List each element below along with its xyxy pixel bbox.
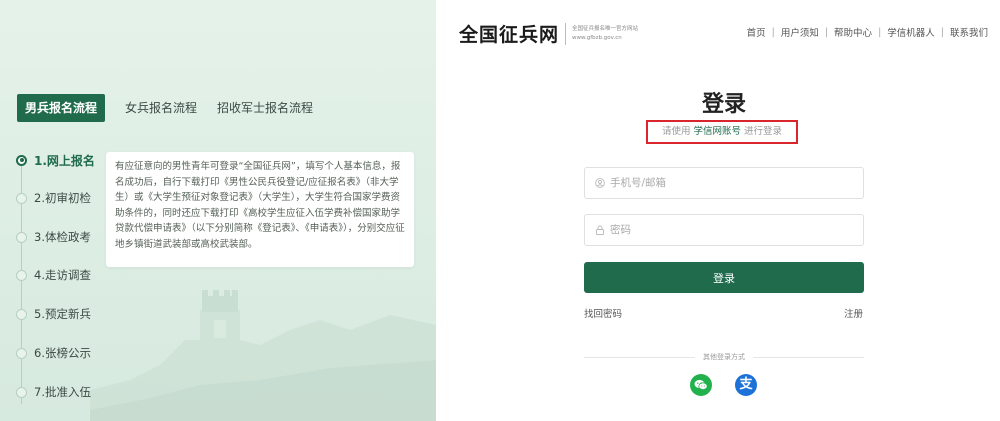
step-description: 有应征意向的男性青年可登录“全国征兵网”，填写个人基本信息，报名成功后，自行下载… <box>106 152 414 267</box>
login-button[interactable]: 登录 <box>584 262 864 293</box>
step-label: 4.走访调查 <box>34 268 91 282</box>
nav-divider: | <box>771 26 775 38</box>
alipay-login-button[interactable]: 支 <box>735 374 757 396</box>
register-link[interactable]: 注册 <box>844 306 863 320</box>
step-preselect-recruits[interactable]: 5.预定新兵 <box>14 305 91 323</box>
great-wall-illustration <box>90 290 436 421</box>
tab-male-process[interactable]: 男兵报名流程 <box>17 94 106 122</box>
step-dot-icon <box>16 154 27 166</box>
step-label: 7.批准入伍 <box>34 385 91 399</box>
step-label: 2.初审初检 <box>34 191 91 205</box>
phone-email-field[interactable] <box>584 167 864 199</box>
step-physical-political-exam[interactable]: 3.体检政考 <box>14 228 91 246</box>
step-dot-icon <box>16 347 27 359</box>
nav-help-center[interactable]: 帮助中心 <box>834 25 872 39</box>
password-field[interactable] <box>584 214 864 246</box>
step-dot-icon <box>16 269 27 281</box>
hint-prefix: 请使用 <box>661 126 691 137</box>
nav-divider: | <box>940 26 944 38</box>
nav-home[interactable]: 首页 <box>747 25 766 39</box>
tab-female-process[interactable]: 女兵报名流程 <box>125 94 197 122</box>
step-dot-icon <box>16 231 27 243</box>
other-login-label: 其他登录方式 <box>703 353 745 361</box>
step-preliminary-check[interactable]: 2.初审初检 <box>14 189 91 207</box>
step-public-notice[interactable]: 6.张榜公示 <box>14 344 91 362</box>
nav-divider: | <box>878 26 882 38</box>
logo-title: 全国征兵网 <box>459 24 560 46</box>
alipay-icon: 支 <box>739 377 753 392</box>
logo-subtitle: 全国征兵报名唯一官方网站 www.gfbzb.gov.cn <box>572 25 638 43</box>
tab-nco-process[interactable]: 招收军士报名流程 <box>217 94 313 122</box>
other-login-divider: 其他登录方式 <box>584 351 864 363</box>
divider-line <box>753 356 864 358</box>
nav-user-notice[interactable]: 用户须知 <box>781 25 819 39</box>
forgot-password-link[interactable]: 找回密码 <box>584 306 622 320</box>
step-dot-icon <box>16 386 27 398</box>
password-input[interactable] <box>610 224 840 236</box>
wechat-icon <box>694 380 708 390</box>
divider-line <box>584 356 695 358</box>
nav-contact-us[interactable]: 联系我们 <box>950 25 988 39</box>
step-label: 5.预定新兵 <box>34 307 91 321</box>
step-dot-icon <box>16 308 27 320</box>
logo-divider <box>565 22 567 45</box>
step-label: 6.张榜公示 <box>34 346 91 360</box>
step-online-registration[interactable]: 1.网上报名 <box>14 151 95 169</box>
process-tabs: 男兵报名流程 女兵报名流程 招收军士报名流程 <box>17 94 333 122</box>
login-page: 男兵报名流程 女兵报名流程 招收军士报名流程 1.网上报名 2.初审初检 3.体… <box>0 0 1000 421</box>
step-dot-icon <box>16 192 27 204</box>
top-navigation: 首页 | 用户须知 | 帮助中心 | 学信机器人 | 联系我们 <box>747 25 988 40</box>
logo-subtitle-line2: www.gfbzb.gov.cn <box>572 34 622 41</box>
hint-suffix: 进行登录 <box>744 126 783 137</box>
login-title: 登录 <box>701 92 746 117</box>
nav-divider: | <box>824 26 829 38</box>
step-home-visit[interactable]: 4.走访调查 <box>14 266 91 284</box>
process-steps: 1.网上报名 2.初审初检 3.体检政考 4.走访调查 5.预定新兵 6.张榜公… <box>14 148 114 408</box>
phone-email-input[interactable] <box>610 177 840 189</box>
step-label: 1.网上报名 <box>34 153 95 168</box>
step-approve-enlistment[interactable]: 7.批准入伍 <box>14 383 91 401</box>
site-logo[interactable]: 全国征兵网 全国征兵报名唯一官方网站 www.gfbzb.gov.cn <box>459 20 638 47</box>
login-hint: 请使用 学信网账号 进行登录 <box>646 120 798 144</box>
user-icon <box>595 178 605 188</box>
step-label: 3.体检政考 <box>34 230 91 244</box>
nav-chsi-robot[interactable]: 学信机器人 <box>887 25 935 39</box>
wechat-login-button[interactable] <box>690 374 712 396</box>
lock-icon <box>595 225 605 235</box>
hint-account-name: 学信网账号 <box>693 126 741 137</box>
registration-process-panel: 男兵报名流程 女兵报名流程 招收军士报名流程 1.网上报名 2.初审初检 3.体… <box>0 0 436 421</box>
logo-subtitle-line1: 全国征兵报名唯一官方网站 <box>572 25 639 32</box>
